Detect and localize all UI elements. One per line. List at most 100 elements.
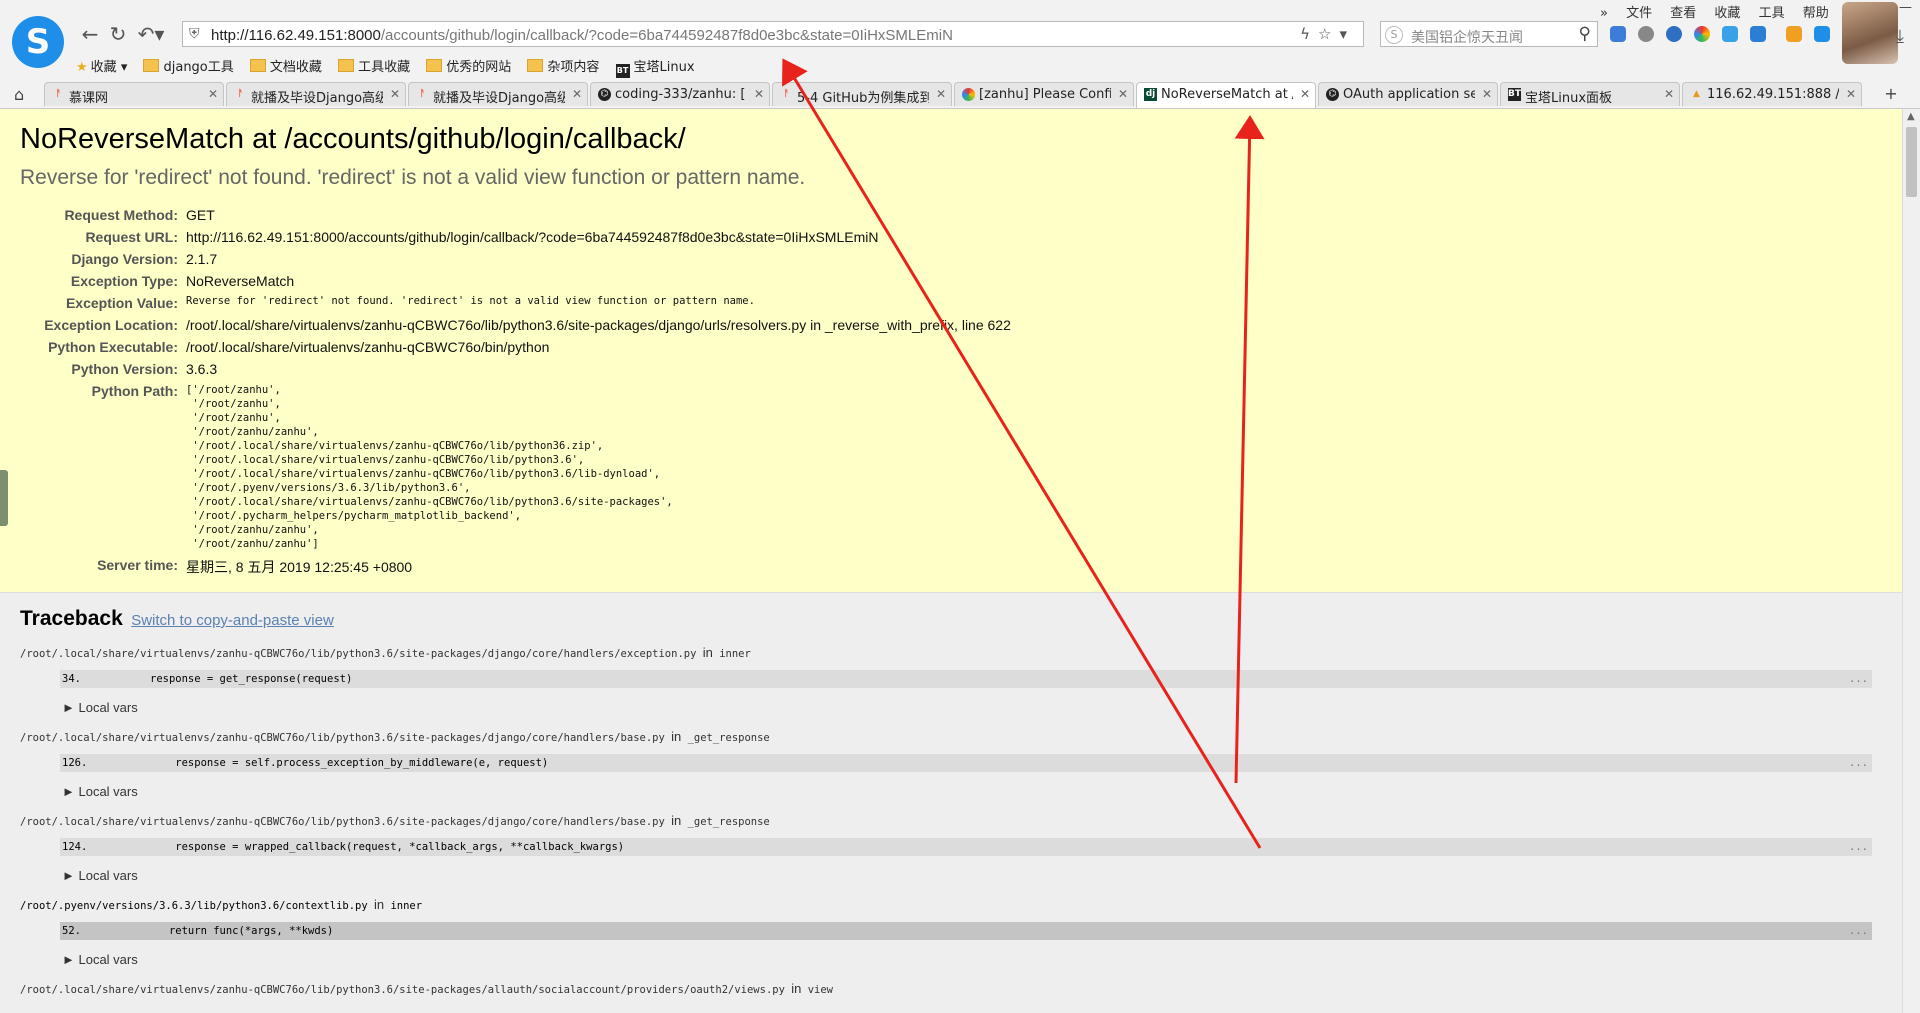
meta-value: 2.1.7 bbox=[186, 251, 218, 267]
frame-path: /root/.local/share/virtualenvs/zanhu-qCB… bbox=[20, 981, 1882, 996]
search-engine-icon[interactable]: S bbox=[1385, 26, 1403, 44]
context-line[interactable]: 52. return func(*args, **kwds)... bbox=[60, 922, 1872, 940]
tab[interactable]: ᚨ 慕课网 ✕ bbox=[44, 82, 224, 106]
local-vars-toggle[interactable]: ► Local vars bbox=[62, 700, 1882, 715]
info-icon[interactable] bbox=[1666, 26, 1682, 42]
bookmark-label: 收藏 bbox=[90, 60, 117, 75]
local-vars-toggle[interactable]: ► Local vars bbox=[62, 784, 1882, 799]
scrollbar[interactable]: ▲ bbox=[1902, 109, 1920, 1013]
meta-value: /root/.local/share/virtualenvs/zanhu-qCB… bbox=[186, 317, 1011, 333]
key-icon[interactable] bbox=[1786, 26, 1802, 42]
traceback-frame: /root/.local/share/virtualenvs/zanhu-qCB… bbox=[20, 981, 1882, 996]
tab[interactable]: ᚨ 5-4 GitHub为例集成到 ✕ bbox=[772, 82, 952, 106]
tab[interactable]: ᚨ 就播及毕设Django高级 ✕ bbox=[226, 82, 406, 106]
chrome-icon[interactable] bbox=[1694, 26, 1710, 42]
bookmark-folder[interactable]: 优秀的网站 bbox=[426, 56, 511, 75]
globe-icon[interactable] bbox=[1638, 26, 1654, 42]
lightning-icon[interactable]: ϟ bbox=[1300, 25, 1318, 43]
menu-file[interactable]: 文件 bbox=[1626, 6, 1652, 21]
local-vars-toggle[interactable]: ► Local vars bbox=[62, 952, 1882, 967]
close-icon[interactable]: ✕ bbox=[1482, 87, 1492, 101]
new-tab-button[interactable]: + bbox=[1880, 84, 1902, 104]
traceback-frame: /root/.local/share/virtualenvs/zanhu-qCB… bbox=[20, 645, 1882, 715]
meta-label: Exception Type: bbox=[70, 273, 178, 289]
expand-context[interactable]: ... bbox=[1849, 673, 1868, 685]
download-icon[interactable]: ⤓ bbox=[1896, 26, 1904, 47]
undo-close-button[interactable]: ↶▾ bbox=[134, 22, 168, 46]
meta-row: Exception Location: /root/.local/share/vi… bbox=[20, 314, 1011, 336]
menu-help[interactable]: 帮助 bbox=[1803, 6, 1829, 21]
bookmark-folder[interactable]: 工具收藏 bbox=[338, 56, 410, 75]
close-icon[interactable]: ✕ bbox=[1846, 87, 1856, 101]
expand-context[interactable]: ... bbox=[1849, 925, 1868, 937]
error-subtitle: Reverse for 'redirect' not found. 'redir… bbox=[20, 166, 806, 189]
tab[interactable]: ⌬ OAuth application set ✕ bbox=[1318, 82, 1498, 106]
search-input[interactable]: 美国铝企惊天丑闻 bbox=[1411, 27, 1523, 47]
close-icon[interactable]: ✕ bbox=[208, 87, 218, 101]
context-line[interactable]: 124. response = wrapped_callback(request… bbox=[60, 838, 1872, 856]
translate-icon[interactable] bbox=[1610, 26, 1626, 42]
address-actions[interactable]: ϟ☆▾ bbox=[1300, 25, 1355, 43]
scissors-icon[interactable] bbox=[1750, 26, 1766, 42]
window-controls: — bbox=[1899, 0, 1912, 15]
address-bar[interactable]: ⛨ http://116.62.49.151:8000/accounts/git… bbox=[182, 21, 1364, 47]
menu-tools[interactable]: 工具 bbox=[1759, 6, 1785, 21]
tab[interactable]: BT 宝塔Linux面板 ✕ bbox=[1500, 82, 1680, 106]
tab-label: coding-333/zanhu: [ bbox=[615, 87, 746, 102]
bookmark-favorites[interactable]: ★ 收藏 ▾ bbox=[76, 56, 127, 75]
traceback-frame: /root/.local/share/virtualenvs/zanhu-qCB… bbox=[20, 729, 1882, 799]
tab-label: 5-4 GitHub为例集成到 bbox=[797, 91, 929, 106]
frame-file: /root/.local/share/virtualenvs/zanhu-qCB… bbox=[20, 648, 697, 660]
github-icon: ⌬ bbox=[598, 88, 611, 101]
frame-file: /root/.local/share/virtualenvs/zanhu-qCB… bbox=[20, 984, 785, 996]
bookmark-link[interactable]: BT 宝塔Linux bbox=[615, 56, 695, 78]
tab[interactable]: ᚨ 就播及毕设Django高级 ✕ bbox=[408, 82, 588, 106]
switch-view-link[interactable]: Switch to copy-and-paste view bbox=[131, 612, 334, 629]
menu-favorites[interactable]: 收藏 bbox=[1714, 6, 1740, 21]
home-icon[interactable]: ⌂ bbox=[14, 85, 24, 104]
close-icon[interactable]: ✕ bbox=[390, 87, 400, 101]
tab[interactable]: ⌬ coding-333/zanhu: [ ✕ bbox=[590, 82, 770, 106]
context-line[interactable]: 126. response = self.process_exception_b… bbox=[60, 754, 1872, 772]
traceback-section: Traceback Switch to copy-and-paste view … bbox=[0, 593, 1902, 1013]
tab[interactable]: ▲ 116.62.49.151:888 / lo ✕ bbox=[1682, 82, 1862, 106]
expand-context[interactable]: ... bbox=[1849, 757, 1868, 769]
close-icon[interactable]: ✕ bbox=[754, 87, 764, 101]
close-icon[interactable]: ✕ bbox=[936, 87, 946, 101]
search-ext-icon[interactable] bbox=[1814, 26, 1830, 42]
bookmark-folder[interactable]: 文档收藏 bbox=[249, 56, 322, 75]
side-panel-handle[interactable] bbox=[0, 470, 8, 526]
back-button[interactable]: ← bbox=[78, 22, 102, 46]
refresh-button[interactable]: ↻ bbox=[106, 22, 130, 46]
star-icon: ★ bbox=[76, 60, 88, 75]
bookmark-label: django工具 bbox=[163, 60, 234, 75]
star-icon[interactable]: ☆ bbox=[1318, 25, 1339, 43]
django-icon: dj bbox=[1144, 88, 1157, 101]
close-icon[interactable]: ✕ bbox=[572, 87, 582, 101]
tab-active[interactable]: dj NoReverseMatch at / ✕ bbox=[1136, 82, 1316, 108]
more-icon[interactable]: » bbox=[1600, 6, 1608, 21]
browser-logo[interactable]: S bbox=[12, 16, 64, 68]
chrome-icon bbox=[962, 88, 975, 101]
search-icon[interactable]: ⚲ bbox=[1579, 24, 1591, 44]
context-line[interactable]: 34. response = get_response(request)... bbox=[60, 670, 1872, 688]
chevron-down-icon[interactable]: ▾ bbox=[1339, 25, 1355, 43]
bookmark-folder[interactable]: django工具 bbox=[143, 56, 234, 75]
minimize-button[interactable]: — bbox=[1899, 0, 1912, 15]
avatar[interactable] bbox=[1842, 2, 1898, 64]
search-box[interactable]: S 美国铝企惊天丑闻 ⚲ bbox=[1380, 21, 1598, 47]
frame-file: /root/.local/share/virtualenvs/zanhu-qCB… bbox=[20, 816, 665, 828]
scroll-up-icon[interactable]: ▲ bbox=[1907, 111, 1915, 122]
bookmark-folder[interactable]: 杂项内容 bbox=[527, 56, 599, 75]
close-icon[interactable]: ✕ bbox=[1118, 87, 1128, 101]
scroll-thumb[interactable] bbox=[1906, 127, 1917, 197]
tab[interactable]: [zanhu] Please Confir ✕ bbox=[954, 82, 1134, 106]
local-vars-toggle[interactable]: ► Local vars bbox=[62, 868, 1882, 883]
folder-icon bbox=[143, 59, 160, 72]
menu-view[interactable]: 查看 bbox=[1670, 6, 1696, 21]
expand-context[interactable]: ... bbox=[1849, 841, 1868, 853]
close-icon[interactable]: ✕ bbox=[1300, 87, 1310, 101]
meta-value: NoReverseMatch bbox=[186, 273, 295, 289]
screenshot-icon[interactable] bbox=[1722, 26, 1738, 42]
close-icon[interactable]: ✕ bbox=[1664, 87, 1674, 101]
